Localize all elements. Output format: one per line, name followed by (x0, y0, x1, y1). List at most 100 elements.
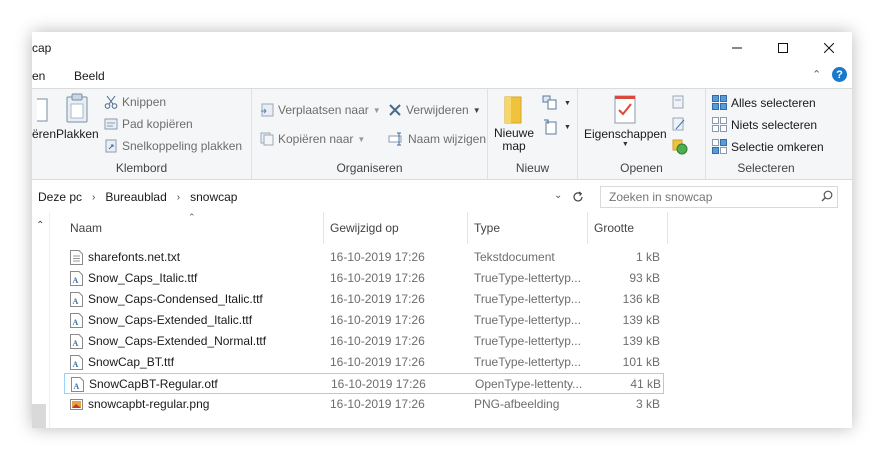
maximize-button[interactable] (760, 32, 806, 64)
nav-scrollbar-thumb[interactable] (32, 404, 46, 428)
font-file-icon: A (71, 377, 84, 392)
refresh-button[interactable] (568, 187, 588, 207)
select-all-button[interactable]: Alles selecteren (712, 95, 816, 110)
ribbon-tabs: en Beeld (32, 64, 852, 88)
font-file-icon: A (70, 355, 83, 370)
breadcrumb[interactable]: Deze pc › Bureaublad › snowcap (32, 186, 588, 208)
paste-button[interactable]: Plakken (56, 93, 99, 141)
column-header-size[interactable]: Grootte (588, 212, 668, 244)
font-file-icon: A (70, 292, 83, 307)
table-row[interactable]: A SnowCap_BT.ttf 16-10-2019 17:26 TrueType-… (64, 352, 664, 373)
edit-button[interactable] (672, 117, 686, 131)
refresh-icon (573, 191, 583, 202)
chevron-down-icon[interactable]: ⌄ (554, 190, 562, 201)
copy-label: ëren (32, 127, 57, 141)
table-row[interactable]: sharefonts.net.txt 16-10-2019 17:26 Tekstd… (64, 247, 664, 268)
close-button[interactable] (806, 32, 852, 64)
group-label-nieuw: Nieuw (515, 161, 550, 175)
help-icon[interactable]: ? (832, 67, 847, 82)
copy-to-icon (260, 132, 274, 146)
properties-checkmark-icon (614, 95, 636, 124)
file-type: OpenType-lettenty... (475, 377, 583, 391)
file-type: TrueType-lettertyp... (474, 292, 581, 306)
file-size: 3 kB (635, 397, 660, 411)
file-name: SnowCapBT-Regular.otf (89, 377, 218, 391)
tab-start[interactable]: en (32, 69, 45, 83)
scroll-up-icon[interactable]: ⌃ (36, 220, 44, 231)
svg-text:A: A (74, 382, 80, 391)
table-row[interactable]: A SnowCapBT-Regular.otf 16-10-2019 17:26 Op… (64, 373, 664, 394)
cut-button[interactable]: Knippen (104, 95, 166, 109)
new-item-button[interactable]: ▼ (542, 95, 571, 111)
search-icon[interactable] (817, 190, 837, 205)
copy-to-label: Kopiëren naar (278, 132, 354, 146)
collapse-ribbon-icon[interactable]: ⌃ (812, 68, 821, 81)
column-header-type[interactable]: Type (468, 212, 588, 244)
delete-button[interactable]: Verwijderen ▼ (388, 103, 481, 117)
file-date: 16-10-2019 17:26 (331, 377, 426, 391)
address-row: Deze pc › Bureaublad › snowcap ⌄ (32, 182, 852, 212)
delete-dropdown-icon: ▼ (472, 105, 481, 115)
copy-icon (37, 98, 48, 122)
crumb-bureaublad[interactable]: Bureaublad (99, 190, 172, 204)
ribbon: ëren Plakken Knippen Pad kopiëren Snelko… (32, 88, 852, 180)
properties-dropdown-icon: ▼ (621, 141, 629, 148)
new-item-icon (542, 95, 557, 110)
explorer-window: cap en Beeld ⌃ ? ëren Plakken Knippen Pa… (32, 32, 852, 428)
search-input[interactable] (601, 187, 817, 207)
file-name: Snow_Caps-Condensed_Italic.ttf (88, 292, 263, 306)
table-row[interactable]: A Snow_Caps-Extended_Italic.ttf 16-10-2019… (64, 310, 664, 331)
copy-to-button[interactable]: Kopiëren naar ▼ (260, 132, 365, 146)
invert-selection-button[interactable]: Selectie omkeren (712, 139, 824, 154)
rename-label: Naam wijzigen (408, 132, 487, 146)
text-file-icon (70, 250, 83, 265)
file-name: sharefonts.net.txt (88, 250, 181, 264)
column-header-date[interactable]: Gewijzigd op (324, 212, 468, 244)
crumb-snowcap[interactable]: snowcap (184, 190, 243, 204)
file-size: 1 kB (635, 250, 660, 264)
column-header-size-label: Grootte (594, 221, 635, 235)
file-size: 101 kB (622, 355, 660, 369)
file-date: 16-10-2019 17:26 (330, 397, 425, 411)
table-row[interactable]: snowcapbt-regular.png 16-10-2019 17:26 PNG… (64, 394, 664, 415)
chevron-right-icon[interactable]: › (173, 192, 184, 203)
navigation-pane[interactable]: ⌃ (32, 212, 50, 428)
history-button[interactable] (672, 139, 688, 155)
chevron-right-icon[interactable]: › (88, 192, 99, 203)
select-all-label: Alles selecteren (731, 95, 816, 110)
copy-path-button[interactable]: Pad kopiëren (104, 117, 193, 131)
group-nieuw: Nieuwe map ▼ ▼ Nieuw (488, 89, 578, 179)
move-to-label: Verplaatsen naar (278, 103, 369, 117)
file-type: TrueType-lettertyp... (474, 334, 581, 348)
copy-button[interactable]: ëren (32, 93, 56, 141)
select-none-button[interactable]: Niets selecteren (712, 117, 817, 132)
title-bar[interactable]: cap (32, 32, 852, 64)
new-folder-button[interactable]: Nieuwe map (494, 93, 534, 153)
open-button[interactable] (672, 95, 692, 109)
table-row[interactable]: A Snow_Caps-Extended_Normal.ttf 16-10-2019… (64, 331, 664, 352)
file-type: TrueType-lettertyp... (474, 313, 581, 327)
easy-access-button[interactable]: ▼ (542, 119, 571, 135)
search-box[interactable] (600, 186, 838, 208)
rename-button[interactable]: Naam wijzigen (388, 132, 486, 146)
svg-text:A: A (73, 276, 79, 285)
group-klembord: ëren Plakken Knippen Pad kopiëren Snelko… (32, 89, 252, 179)
content-area: ⌃ ⌃ Naam Gewijzigd op Type Grootte share… (32, 212, 852, 428)
file-name: Snow_Caps-Extended_Normal.ttf (88, 334, 267, 348)
move-to-button[interactable]: Verplaatsen naar ▼ (260, 103, 381, 117)
properties-button[interactable]: Eigenschappen ▼ (584, 93, 667, 148)
group-label-openen: Openen (620, 161, 663, 175)
open-icon (672, 95, 684, 109)
cut-label: Knippen (122, 95, 167, 109)
group-openen: Eigenschappen ▼ Openen (578, 89, 706, 179)
tab-beeld[interactable]: Beeld (74, 69, 105, 83)
minimize-button[interactable] (714, 32, 760, 64)
table-row[interactable]: A Snow_Caps-Condensed_Italic.ttf 16-10-201… (64, 289, 664, 310)
font-file-icon: A (70, 271, 83, 286)
paste-shortcut-button[interactable]: Snelkoppeling plakken (104, 139, 242, 153)
column-header-name[interactable]: Naam (64, 212, 324, 244)
file-size: 136 kB (622, 292, 660, 306)
crumb-deze-pc[interactable]: Deze pc (32, 190, 88, 204)
easy-access-icon (544, 119, 557, 135)
table-row[interactable]: A Snow_Caps_Italic.ttf 16-10-2019 17:26 Tru… (64, 268, 664, 289)
